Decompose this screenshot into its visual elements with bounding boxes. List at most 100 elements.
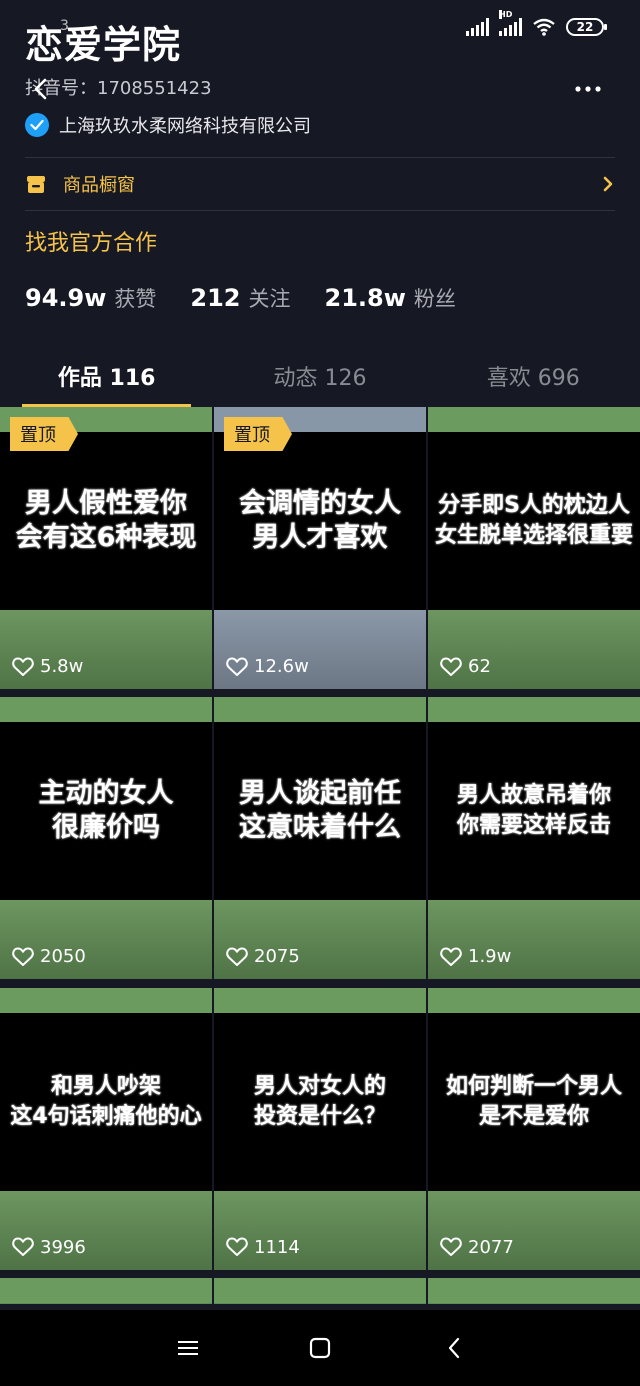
profile-name: 恋爱学院 <box>25 23 182 67</box>
status-icons: HD 22 <box>466 10 607 36</box>
thumbnail-band <box>428 987 640 1013</box>
heart-icon <box>12 1237 34 1256</box>
thumbnail: 主动的女人 很廉价吗 <box>0 722 212 901</box>
video-caption: 主动的女人 很廉价吗 <box>38 778 174 844</box>
video-tile[interactable]: 分手即S人的枕边人 女生脱单选择很重要 62 <box>428 407 640 689</box>
thumbnail-band <box>214 1190 426 1270</box>
signal-icon <box>466 18 489 36</box>
stat-following[interactable]: 212 关注 <box>190 283 290 313</box>
video-tile[interactable] <box>428 1277 640 1304</box>
tab-works[interactable]: 作品 116 <box>0 345 213 407</box>
thumbnail-band <box>428 1190 640 1270</box>
video-caption: 会调情的女人 男人才喜欢 <box>239 488 401 553</box>
thumbnail-band <box>0 1190 212 1270</box>
tab-dynamics[interactable]: 动态 126 <box>213 345 426 407</box>
like-count: 2077 <box>440 1237 514 1258</box>
video-caption: 男人故意吊着你 你需要这样反击 <box>456 783 611 839</box>
thumbnail: 男人对女人的 投资是什么？ <box>214 1012 426 1191</box>
profile-uid: 抖音号：1708551423 <box>25 78 212 99</box>
like-count-value: 3996 <box>40 1236 86 1258</box>
thumbnail-band <box>0 900 212 980</box>
like-count: 2050 <box>12 946 86 967</box>
video-tile[interactable] <box>0 1277 212 1304</box>
heart-icon <box>440 947 462 966</box>
video-caption: 如何判断一个男人 是不是爱你 <box>445 1073 622 1129</box>
stat-likes: 94.9w 获赞 <box>25 283 156 313</box>
thumbnail-band <box>428 697 640 723</box>
stat-number: 94.9w <box>25 284 107 312</box>
video-tile[interactable]: 男人谈起前任 这意味着什么 2075 <box>214 697 426 980</box>
thumbnail-band <box>0 697 212 723</box>
system-nav-bar <box>0 1310 640 1386</box>
stat-followers[interactable]: 21.8w 粉丝 <box>325 283 456 313</box>
thumbnail-band <box>214 900 426 980</box>
like-count-value: 2050 <box>40 946 86 968</box>
shop-window-row[interactable]: 商品橱窗 <box>25 158 615 210</box>
like-count: 2075 <box>226 946 300 967</box>
verified-badge: 上海玖玖水柔网络科技有限公司 <box>25 112 311 138</box>
video-tile[interactable]: 男人对女人的 投资是什么？ 1114 <box>214 987 426 1270</box>
thumbnail: 男人谈起前任 这意味着什么 <box>214 722 426 901</box>
thumbnail-band <box>0 610 212 689</box>
video-tile[interactable]: 男人假性爱你 会有这6种表现 置顶 5.8w <box>0 407 212 689</box>
battery-icon: 22 <box>566 18 607 36</box>
heart-icon <box>226 1237 248 1256</box>
shop-icon <box>27 176 45 193</box>
home-icon[interactable] <box>306 1334 334 1362</box>
battery-level: 22 <box>576 20 594 34</box>
heart-icon <box>226 657 248 676</box>
stat-number: 212 <box>190 284 241 312</box>
thumbnail-band <box>428 610 640 689</box>
video-caption: 男人对女人的 投资是什么？ <box>253 1073 386 1129</box>
heart-icon <box>440 1237 462 1256</box>
content-tabs: 作品 116 动态 126 喜欢 696 <box>0 345 640 407</box>
like-count-value: 2077 <box>468 1236 514 1258</box>
profile-stats: 94.9w 获赞 212 关注 21.8w 粉丝 <box>25 283 490 313</box>
like-count: 3996 <box>12 1237 86 1258</box>
video-tile[interactable] <box>214 1277 426 1304</box>
heart-icon <box>440 657 462 676</box>
heart-icon <box>12 947 34 966</box>
wifi-icon <box>533 18 555 36</box>
more-icon[interactable] <box>574 80 602 98</box>
thumbnail: 男人假性爱你 会有这6种表现 <box>0 432 212 610</box>
like-count-value: 2075 <box>254 946 300 968</box>
back-icon[interactable] <box>30 78 52 100</box>
like-count-value: 12.6w <box>254 656 309 677</box>
video-caption: 分手即S人的枕边人 女生脱单选择很重要 <box>434 493 633 548</box>
video-tile[interactable]: 和男人吵架 这4句话刺痛他的心 3996 <box>0 987 212 1270</box>
thumbnail: 如何判断一个男人 是不是爱你 <box>428 1012 640 1191</box>
video-tile[interactable]: 男人故意吊着你 你需要这样反击 1.9w <box>428 697 640 980</box>
video-tile[interactable]: 会调情的女人 男人才喜欢 置顶 12.6w <box>214 407 426 689</box>
like-count-value: 62 <box>468 656 491 677</box>
like-count-value: 1114 <box>254 1236 300 1258</box>
menu-icon[interactable] <box>174 1334 202 1362</box>
like-count: 12.6w <box>226 656 309 677</box>
thumbnail-band <box>0 1277 212 1303</box>
nav-back-icon[interactable] <box>440 1334 468 1362</box>
pinned-badge: 置顶 <box>224 417 292 451</box>
thumbnail-band <box>428 900 640 980</box>
thumbnail: 会调情的女人 男人才喜欢 <box>214 432 426 610</box>
thumbnail-band <box>214 610 426 689</box>
video-tile[interactable]: 如何判断一个男人 是不是爱你 2077 <box>428 987 640 1270</box>
like-count: 5.8w <box>12 656 83 677</box>
tab-liked[interactable]: 喜欢 696 <box>427 345 640 407</box>
video-grid: 男人假性爱你 会有这6种表现 置顶 5.8w 会调情的女人 男人才喜欢 置顶 1… <box>0 407 640 1310</box>
verified-org: 上海玖玖水柔网络科技有限公司 <box>59 116 311 137</box>
video-caption: 男人谈起前任 这意味着什么 <box>239 778 401 844</box>
thumbnail-band <box>428 407 640 432</box>
pinned-badge: 置顶 <box>10 417 78 451</box>
verified-icon <box>25 113 49 137</box>
divider <box>25 210 615 211</box>
thumbnail-band <box>214 987 426 1013</box>
thumbnail-band <box>428 1277 640 1303</box>
video-tile[interactable]: 主动的女人 很廉价吗 2050 <box>0 697 212 980</box>
stat-number: 21.8w <box>324 284 406 312</box>
like-count: 62 <box>440 656 491 677</box>
like-count-value: 1.9w <box>468 946 512 968</box>
shop-window-label: 商品橱窗 <box>63 175 135 196</box>
thumbnail-band <box>214 697 426 723</box>
official-cooperation-link[interactable]: 找我官方合作 <box>25 225 157 257</box>
stat-label: 关注 <box>248 287 291 311</box>
